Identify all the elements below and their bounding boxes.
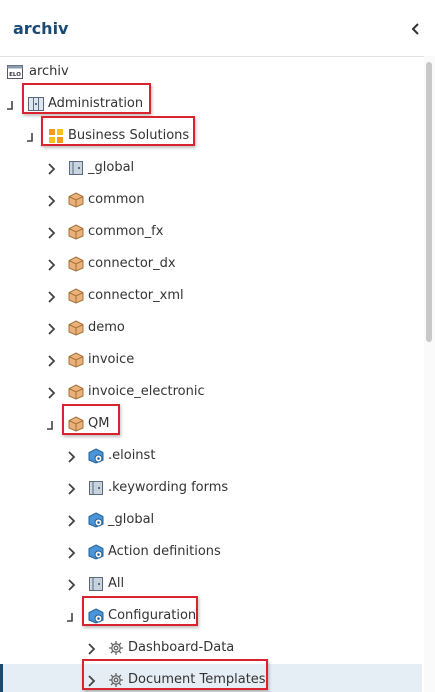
tree-item-business-solutions[interactable]: Business Solutions — [0, 120, 422, 152]
tree-item-qm[interactable]: QM — [0, 408, 422, 440]
package-icon — [68, 192, 84, 208]
package-icon — [68, 320, 84, 336]
selection-indicator — [0, 664, 3, 692]
tree-item-label: Dashboard-Data — [128, 640, 235, 655]
tree-item-dashboard-data[interactable]: Dashboard-Data — [0, 632, 422, 664]
chevron-right-icon[interactable] — [46, 289, 58, 303]
chevron-right-icon[interactable] — [46, 321, 58, 335]
chevron-right-icon[interactable] — [46, 385, 58, 399]
tree-item-eloinst[interactable]: .eloinst — [0, 440, 422, 472]
tree-item-connector-xml[interactable]: connector_xml — [0, 280, 422, 312]
chevron-right-icon[interactable] — [46, 353, 58, 367]
expanded-connector-icon[interactable] — [66, 609, 78, 623]
tree-item-configuration[interactable]: Configuration — [0, 600, 422, 632]
elo-archive-icon: ELO — [7, 64, 23, 80]
tree-item-label: archiv — [29, 64, 69, 79]
business-solutions-icon — [48, 128, 64, 144]
svg-text:ELO: ELO — [9, 72, 21, 78]
chevron-right-icon[interactable] — [66, 513, 78, 527]
tree-item-label: _global — [108, 512, 155, 527]
archive-title: archiv — [13, 19, 69, 38]
package-icon — [68, 352, 84, 368]
gear-cube-icon — [88, 608, 104, 624]
chevron-right-icon[interactable] — [66, 481, 78, 495]
expanded-connector-icon[interactable] — [6, 97, 18, 111]
collapse-panel-button[interactable] — [407, 20, 425, 38]
tree-header: archiv — [0, 0, 435, 57]
package-icon — [68, 384, 84, 400]
tree-item-label: invoice — [88, 352, 135, 367]
tree-item-invoice-electronic[interactable]: invoice_electronic — [0, 376, 422, 408]
folder-gray-icon — [88, 480, 104, 496]
tree-item-global[interactable]: _global — [0, 152, 422, 184]
tree-item-label: .eloinst — [108, 448, 156, 463]
package-icon — [68, 256, 84, 272]
package-icon — [68, 416, 84, 432]
tree-item-qm-global[interactable]: _global — [0, 504, 422, 536]
tree-item-label: QM — [88, 416, 110, 431]
tree-item-all[interactable]: All — [0, 568, 422, 600]
expanded-connector-icon[interactable] — [46, 417, 58, 431]
chevron-right-icon[interactable] — [66, 449, 78, 463]
chevron-right-icon[interactable] — [86, 673, 98, 687]
archive-tree: ELO archiv Administration Business Solut… — [0, 56, 422, 692]
tree-item-label: common — [88, 192, 145, 207]
tree-scrollbar[interactable] — [424, 56, 435, 692]
tree-item-keywording-forms[interactable]: .keywording forms — [0, 472, 422, 504]
tree-item-label: All — [108, 576, 125, 591]
tree-item-action-definitions[interactable]: Action definitions — [0, 536, 422, 568]
gear-cube-icon — [88, 448, 104, 464]
folder-gray-icon — [88, 576, 104, 592]
tree-item-document-templates[interactable]: Document Templates — [0, 664, 422, 692]
tree-item-common[interactable]: common — [0, 184, 422, 216]
tree-item-label: Document Templates — [128, 672, 266, 687]
tree-item-label: Business Solutions — [68, 128, 190, 143]
tree-item-label: Action definitions — [108, 544, 221, 559]
tree-item-connector-dx[interactable]: connector_dx — [0, 248, 422, 280]
tree-item-common-fx[interactable]: common_fx — [0, 216, 422, 248]
package-icon — [68, 224, 84, 240]
tree-item-label: Administration — [48, 96, 144, 111]
tree-item-label: demo — [88, 320, 125, 335]
scrollbar-thumb[interactable] — [426, 62, 432, 342]
tree-item-label: common_fx — [88, 224, 164, 239]
gear-cube-icon — [88, 544, 104, 560]
tree-item-label: invoice_electronic — [88, 384, 205, 399]
folder-gray-icon — [68, 160, 84, 176]
expanded-connector-icon[interactable] — [26, 129, 38, 143]
gear-icon — [108, 640, 124, 656]
gear-cube-icon — [88, 512, 104, 528]
tree-item-archiv[interactable]: ELO archiv — [0, 56, 422, 88]
chevron-left-icon — [411, 23, 419, 35]
tree-item-invoice[interactable]: invoice — [0, 344, 422, 376]
tree-item-demo[interactable]: demo — [0, 312, 422, 344]
tree-item-label: connector_xml — [88, 288, 184, 303]
tree-item-label: .keywording forms — [108, 480, 229, 495]
chevron-right-icon[interactable] — [66, 545, 78, 559]
tree-item-label: connector_dx — [88, 256, 176, 271]
chevron-right-icon[interactable] — [66, 577, 78, 591]
package-icon — [68, 288, 84, 304]
gear-icon — [108, 672, 124, 688]
chevron-right-icon[interactable] — [46, 257, 58, 271]
cabinet-icon — [28, 96, 44, 112]
tree-item-label: Configuration — [108, 608, 197, 623]
tree-item-administration[interactable]: Administration — [0, 88, 422, 120]
tree-item-label: _global — [88, 160, 135, 175]
chevron-right-icon[interactable] — [46, 225, 58, 239]
chevron-right-icon[interactable] — [46, 193, 58, 207]
chevron-right-icon[interactable] — [86, 641, 98, 655]
chevron-right-icon[interactable] — [46, 161, 58, 175]
